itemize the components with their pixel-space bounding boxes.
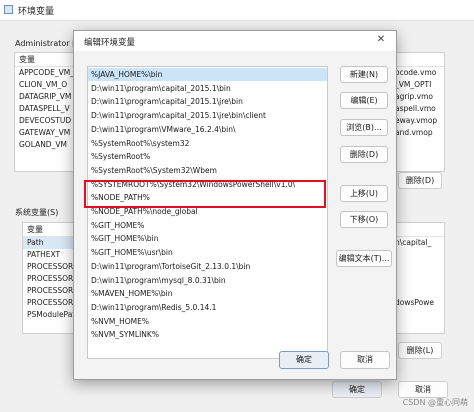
path-entry[interactable]: D:\win11\program\mysql_8.0.31\bin [88,274,327,287]
path-entry[interactable]: %GIT_HOME%\usr\bin [88,246,327,259]
user-variable-row[interactable]: DATAGRIP_VM [15,91,73,103]
user-variable-row[interactable]: GOLAND_VM [15,139,73,151]
user-value-cell[interactable]: aspell.vmo [395,103,444,115]
edit-text-button[interactable]: 编辑文本(T)... [336,250,392,267]
system-variable-row[interactable]: PROCESSOR_ [23,285,73,297]
path-entry[interactable]: %SystemRoot% [88,150,327,163]
user-values-column: ocode.vmo _VM_OPTI agrip.vmo aspell.vmo eway… [395,52,445,172]
path-entry[interactable]: %NVM_HOME% [88,315,327,328]
path-entry[interactable]: D:\win11\program\capital_2015.1\jre\bin\… [88,109,327,122]
path-entry[interactable]: %GIT_HOME%\bin [88,232,327,245]
user-variable-row[interactable]: CLION_VM_O [15,79,73,91]
system-variables-table[interactable]: 变量 Path PATHEXT PROCESSOR_ PROCESSOR_ PROCES… [22,222,74,334]
user-variables-label: Administrator 的 [15,39,81,48]
path-entry[interactable]: %SystemRoot%\system32 [88,137,327,150]
move-up-button[interactable]: 上移(U) [340,185,388,202]
system-value-cell[interactable] [395,285,444,297]
path-entry[interactable]: D:\win11\program\capital_2015.1\jre\bin [88,95,327,108]
user-variables-table[interactable]: 变量 APPCODE_VM_ CLION_VM_O DATAGRIP_VM DATAS… [14,52,74,172]
user-value-cell[interactable]: eway.vmop [395,115,444,127]
system-value-cell[interactable]: dowsPowe [395,297,444,309]
path-entry[interactable]: %NODE_PATH% [88,191,327,204]
close-icon[interactable]: ✕ [374,34,388,45]
system-table-header: 变量 [23,223,73,237]
path-entry[interactable]: %SystemRoot%\System32\Wbem [88,164,327,177]
system-variable-row[interactable]: PATHEXT [23,249,73,261]
browse-button[interactable]: 浏览(B)... [340,119,388,136]
bg-ok-button[interactable]: 确定 [332,381,382,398]
dialog-cancel-button[interactable]: 取消 [340,351,390,369]
path-entry[interactable]: %JAVA_HOME%\bin [88,68,327,81]
system-values-column: n\capital_ dowsPowe [395,222,445,334]
user-values-header [395,53,444,67]
bg-title-bar: 环境变量 [0,0,474,21]
path-list[interactable]: %JAVA_HOME%\bin D:\win11\program\capital_… [87,66,328,359]
path-entry[interactable]: %NVM_SYMLINK% [88,328,327,341]
user-variable-row[interactable]: APPCODE_VM_ [15,67,73,79]
user-value-cell[interactable]: _VM_OPTI [395,79,444,91]
path-entry[interactable]: D:\win11\program\capital_2015.1\bin [88,82,327,95]
move-down-button[interactable]: 下移(O) [340,211,388,228]
path-entry[interactable]: D:\win11\program\TortoiseGit_2.13.0.1\bi… [88,260,327,273]
system-value-cell[interactable] [395,249,444,261]
system-value-cell[interactable] [395,261,444,273]
user-table-header: 变量 [15,53,73,67]
system-variables-label: 系统变量(S) [15,208,59,217]
system-delete-button[interactable]: 删除(L) [398,342,442,359]
user-value-cell[interactable]: agrip.vmo [395,91,444,103]
system-variable-row[interactable]: Path [23,237,73,249]
dialog-title: 编辑环境变量 [84,38,136,48]
system-values-header [395,223,444,237]
window-icon [4,5,13,14]
edit-environment-variable-dialog: 编辑环境变量 ✕ %JAVA_HOME%\bin D:\win11\program… [73,30,397,380]
user-variable-row[interactable]: GATEWAY_VM [15,127,73,139]
user-value-cell[interactable]: ocode.vmo [395,67,444,79]
new-button[interactable]: 新建(N) [340,66,388,83]
path-entry[interactable]: %NODE_PATH%\node_global [88,205,327,218]
system-variable-row[interactable]: PROCESSOR_ [23,297,73,309]
user-value-cell[interactable]: and.vmop [395,127,444,139]
edit-button[interactable]: 编辑(E) [340,92,388,109]
system-value-cell[interactable]: n\capital_ [395,237,444,249]
bg-cancel-button[interactable]: 取消 [398,381,448,398]
system-variable-row[interactable]: PROCESSOR_ [23,261,73,273]
dialog-title-bar: 编辑环境变量 ✕ [74,31,396,51]
user-variable-row[interactable]: DATASPELL_V [15,103,73,115]
path-entry[interactable]: %GIT_HOME% [88,219,327,232]
dialog-ok-button[interactable]: 确定 [279,351,329,369]
system-variable-row[interactable]: PSModulePat [23,309,73,321]
system-variable-row[interactable]: PROCESSOR_ [23,273,73,285]
user-delete-button[interactable]: 删除(D) [398,172,442,189]
watermark: CSDN @重心同萌 [402,398,468,407]
delete-button[interactable]: 删除(D) [340,146,388,163]
system-value-cell[interactable] [395,273,444,285]
path-entry[interactable]: %MAVEN_HOME%\bin [88,287,327,300]
path-entry[interactable]: D:\win11\program\Redis_5.0.14.1 [88,301,327,314]
path-entry[interactable]: %SYSTEMROOT%\System32\WindowsPowerShell\… [88,178,327,191]
path-entry[interactable]: D:\win11\program\VMware_16.2.4\bin\ [88,123,327,136]
bg-window-title: 环境变量 [18,7,55,17]
user-variable-row[interactable]: DEVECOSTUD [15,115,73,127]
